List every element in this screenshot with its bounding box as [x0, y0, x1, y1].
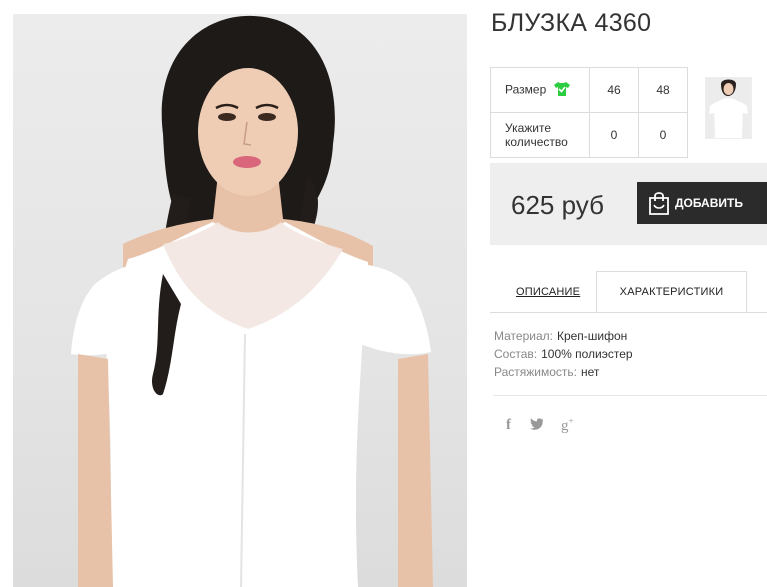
size-option-48[interactable]: 48 — [638, 67, 688, 113]
characteristics-list: Материал: Креп-шифон Состав: 100% полиэсте… — [494, 329, 633, 383]
tab-description[interactable]: ОПИСАНИЕ — [516, 286, 580, 298]
spec-stretch: Растяжимость: нет — [494, 365, 633, 383]
quantity-row: Укажите количество 0 0 — [490, 112, 688, 158]
product-title: БЛУЗКА 4360 — [491, 9, 652, 37]
spec-label: Материал: — [494, 329, 553, 343]
twitter-icon[interactable] — [529, 417, 544, 434]
spec-composition: Состав: 100% полиэстер — [494, 347, 633, 365]
product-tabs: ОПИСАНИЕ ХАРАКТЕРИСТИКИ — [490, 271, 767, 313]
spec-label: Растяжимость: — [494, 365, 578, 379]
quantity-input-48[interactable]: 0 — [638, 112, 688, 158]
social-share: f g+ — [506, 416, 574, 435]
googleplus-icon[interactable]: g+ — [561, 416, 574, 435]
spec-value: нет — [581, 365, 600, 379]
quantity-input-46[interactable]: 0 — [589, 112, 639, 158]
social-divider — [493, 395, 767, 396]
product-thumbnail[interactable] — [705, 77, 752, 139]
tabs-divider — [490, 312, 767, 313]
facebook-icon[interactable]: f — [506, 417, 511, 434]
model-in-blouse-image — [71, 15, 433, 587]
spec-value: Креп-шифон — [556, 329, 628, 343]
spec-label: Состав: — [494, 347, 538, 361]
spec-value: 100% полиэстер — [541, 347, 633, 361]
product-price: 625 руб — [511, 190, 604, 220]
product-photo[interactable] — [13, 14, 467, 587]
size-label-cell: Размер — [490, 67, 590, 113]
tab-characteristics[interactable]: ХАРАКТЕРИСТИКИ — [596, 271, 747, 313]
spec-material: Материал: Креп-шифон — [494, 329, 633, 347]
add-to-cart-label: ДОБАВИТЬ — [675, 196, 743, 210]
size-quantity-table: Размер 46 48 Укажите количество 0 0 — [490, 67, 688, 158]
quantity-label: Укажите количество — [490, 112, 590, 158]
add-to-cart-button[interactable]: ДОБАВИТЬ — [637, 182, 767, 224]
size-label: Размер — [505, 82, 547, 97]
size-chart-icon[interactable] — [553, 81, 570, 99]
size-row: Размер 46 48 — [490, 67, 688, 113]
size-option-46[interactable]: 46 — [589, 67, 639, 113]
price-panel: 625 руб ДОБАВИТЬ — [490, 163, 767, 245]
shopping-bag-icon — [648, 191, 670, 218]
